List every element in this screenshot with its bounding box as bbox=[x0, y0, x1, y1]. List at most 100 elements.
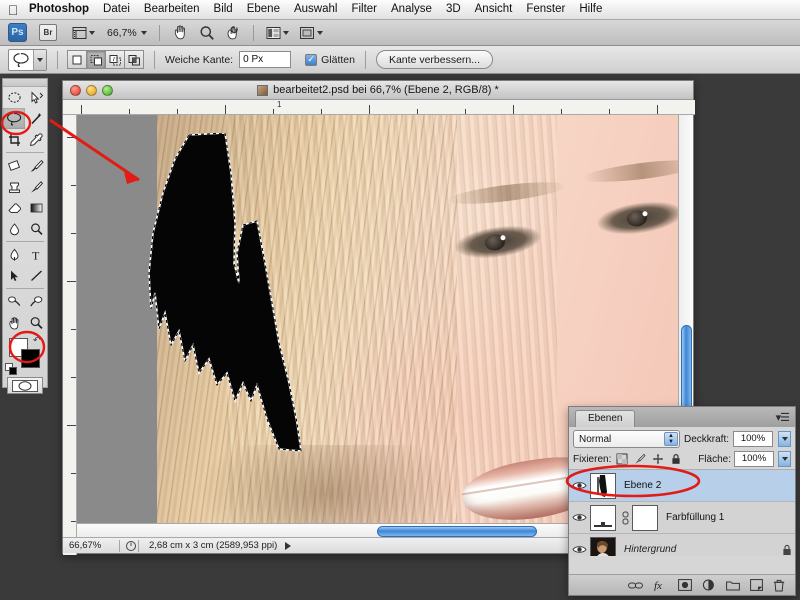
fill-dropdown[interactable] bbox=[778, 451, 791, 467]
menu-item-bearbeiten[interactable]: Bearbeiten bbox=[137, 0, 207, 19]
layer-name[interactable]: Farbfüllung 1 bbox=[661, 512, 795, 523]
horizontal-scrollbar-thumb[interactable] bbox=[377, 526, 537, 537]
layer-thumbnail[interactable] bbox=[590, 536, 616, 556]
layer-thumbnail[interactable] bbox=[590, 472, 616, 499]
layer-style-icon[interactable]: fx bbox=[653, 579, 668, 591]
refine-edge-button[interactable]: Kante verbessern... bbox=[375, 50, 494, 69]
eraser-tool-button[interactable] bbox=[3, 197, 25, 218]
dodge-burn-tool-button[interactable] bbox=[3, 291, 25, 312]
link-layers-icon[interactable] bbox=[628, 580, 643, 591]
menu-item-filter[interactable]: Filter bbox=[344, 0, 384, 19]
tab-ebenen[interactable]: Ebenen bbox=[575, 410, 636, 427]
layer-visibility-toggle[interactable] bbox=[569, 512, 590, 523]
delete-layer-icon[interactable] bbox=[773, 579, 785, 592]
photoshop-icon[interactable]: Ps bbox=[8, 23, 27, 42]
layer-visibility-toggle[interactable] bbox=[569, 544, 590, 555]
menu-item-bild[interactable]: Bild bbox=[207, 0, 240, 19]
bridge-icon[interactable]: Br bbox=[39, 24, 57, 41]
crop-tool-button[interactable] bbox=[3, 129, 25, 150]
vertical-ruler[interactable] bbox=[63, 115, 77, 555]
lasso-tool-button[interactable] bbox=[3, 108, 25, 129]
new-layer-icon[interactable] bbox=[750, 579, 763, 591]
menu-item-datei[interactable]: Datei bbox=[96, 0, 137, 19]
view-extras-button[interactable] bbox=[69, 23, 98, 43]
zoom-level-dropdown[interactable]: 66,7% bbox=[102, 23, 150, 43]
lock-image-button[interactable] bbox=[632, 452, 647, 467]
layer-name[interactable]: Ebene 2 bbox=[619, 480, 795, 491]
layer-visibility-toggle[interactable] bbox=[569, 480, 590, 491]
sponge-tool-button[interactable] bbox=[25, 291, 47, 312]
zoom-tool-button[interactable] bbox=[25, 312, 47, 333]
status-menu-arrow-icon[interactable] bbox=[285, 541, 292, 550]
add-to-selection-button[interactable] bbox=[86, 50, 106, 69]
apple-logo-icon[interactable]:  bbox=[4, 3, 22, 17]
line-tool-button[interactable] bbox=[25, 265, 47, 286]
opacity-dropdown[interactable] bbox=[778, 431, 791, 447]
adjustment-layer-icon[interactable] bbox=[702, 579, 716, 591]
status-zoom-value[interactable]: 66,67% bbox=[63, 540, 119, 551]
layer-name[interactable]: Hintergrund bbox=[619, 544, 779, 555]
horizontal-ruler[interactable]: 1 bbox=[63, 100, 695, 115]
tool-preset-picker[interactable] bbox=[8, 48, 47, 71]
menu-item-hilfe[interactable]: Hilfe bbox=[572, 0, 609, 19]
menu-item-photoshop[interactable]: Photoshop bbox=[22, 0, 96, 19]
resize-grip-icon[interactable] bbox=[124, 540, 138, 552]
intersect-selection-button[interactable] bbox=[124, 50, 144, 69]
antialias-group[interactable]: ✓ Glätten bbox=[305, 53, 355, 66]
palette-grip[interactable] bbox=[3, 79, 47, 87]
menu-item-fenster[interactable]: Fenster bbox=[519, 0, 572, 19]
layer-mask-icon[interactable] bbox=[678, 579, 692, 591]
move-tool-button[interactable] bbox=[25, 87, 47, 108]
healing-brush-tool-button[interactable] bbox=[3, 155, 25, 176]
marquee-tool-button[interactable] bbox=[3, 87, 25, 108]
pen-tool-button[interactable] bbox=[3, 244, 25, 265]
magic-wand-tool-button[interactable] bbox=[25, 108, 47, 129]
subtract-from-selection-button[interactable] bbox=[105, 50, 125, 69]
menu-item-ebene[interactable]: Ebene bbox=[240, 0, 287, 19]
dodge-tool-button[interactable] bbox=[25, 218, 47, 239]
table-row[interactable]: Hintergrund bbox=[569, 534, 795, 556]
panel-menu-icon[interactable]: ▾☰ bbox=[776, 411, 790, 424]
opacity-value[interactable]: 100% bbox=[733, 431, 773, 447]
gradient-tool-button[interactable] bbox=[25, 197, 47, 218]
background-color-swatch[interactable] bbox=[21, 349, 40, 368]
blend-mode-select[interactable]: Normal ▲ ▼ bbox=[573, 430, 680, 448]
blur-tool-button[interactable] bbox=[3, 218, 25, 239]
path-selection-tool-button[interactable] bbox=[3, 265, 25, 286]
lock-all-button[interactable] bbox=[668, 452, 683, 467]
table-row[interactable]: Farbfüllung 1 bbox=[569, 502, 795, 534]
feather-input[interactable] bbox=[239, 51, 292, 68]
eyedropper-tool-button[interactable] bbox=[25, 129, 47, 150]
table-row[interactable]: Ebene 2 bbox=[569, 470, 795, 502]
layer-mask-thumbnail[interactable] bbox=[632, 504, 658, 531]
lock-position-button[interactable] bbox=[650, 452, 665, 467]
link-mask-icon[interactable] bbox=[621, 510, 630, 526]
new-selection-button[interactable] bbox=[67, 50, 87, 69]
hand-tool-button[interactable] bbox=[3, 312, 25, 333]
quick-mask-button[interactable] bbox=[7, 377, 43, 394]
lock-transparency-button[interactable] bbox=[614, 452, 629, 467]
hand-tool-button[interactable] bbox=[169, 23, 192, 43]
type-tool-button[interactable]: T bbox=[25, 244, 47, 265]
document-title-bar[interactable]: bearbeitet2.psd bei 66,7% (Ebene 2, RGB/… bbox=[63, 81, 693, 100]
layer-thumbnail[interactable] bbox=[590, 504, 616, 531]
menu-item-ansicht[interactable]: Ansicht bbox=[468, 0, 520, 19]
zoom-tool-button[interactable] bbox=[196, 23, 218, 43]
default-colors-icon[interactable] bbox=[5, 363, 17, 375]
tool-preset-dropdown[interactable] bbox=[33, 49, 46, 70]
menu-item-analyse[interactable]: Analyse bbox=[384, 0, 439, 19]
history-brush-tool-button[interactable] bbox=[25, 176, 47, 197]
menu-item-auswahl[interactable]: Auswahl bbox=[287, 0, 344, 19]
antialias-checkbox[interactable]: ✓ bbox=[305, 53, 318, 66]
screen-mode-button[interactable] bbox=[296, 23, 326, 43]
layer-list[interactable]: Ebene 2 Farbfüllung 1 Hintergrund bbox=[569, 470, 795, 556]
new-group-icon[interactable] bbox=[726, 579, 740, 591]
fill-value[interactable]: 100% bbox=[734, 451, 774, 467]
rotate-view-button[interactable] bbox=[222, 23, 244, 43]
menu-item-3d[interactable]: 3D bbox=[439, 0, 468, 19]
blend-mode-stepper-icon[interactable]: ▲ ▼ bbox=[663, 432, 678, 446]
arrange-documents-button[interactable] bbox=[263, 23, 292, 43]
brush-tool-button[interactable] bbox=[25, 155, 47, 176]
clone-stamp-tool-button[interactable] bbox=[3, 176, 25, 197]
swap-colors-icon[interactable]: ↶ bbox=[33, 335, 41, 346]
